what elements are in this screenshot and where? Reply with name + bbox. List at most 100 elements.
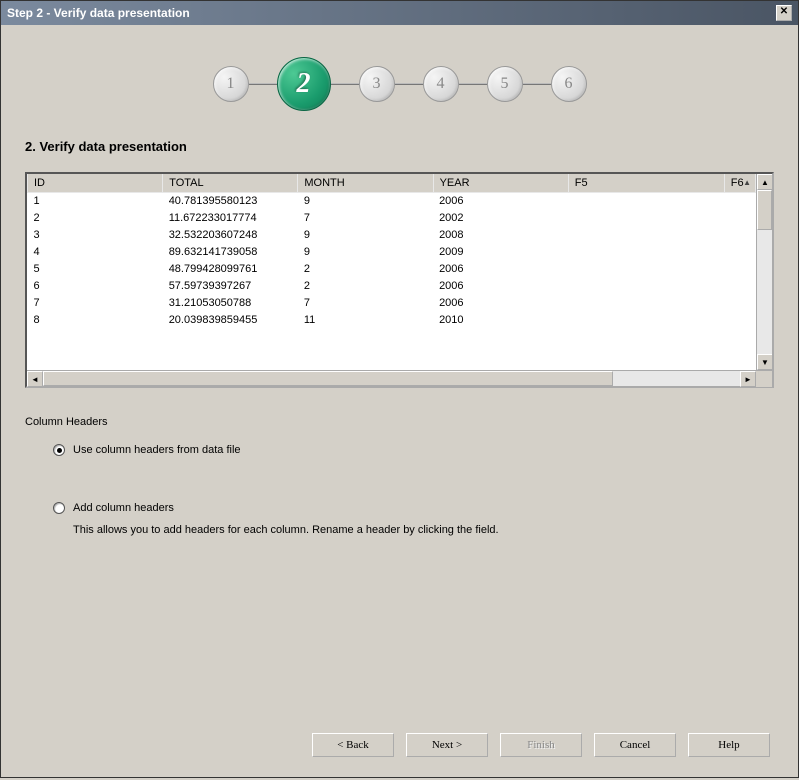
cell-month[interactable]: 11 <box>298 312 433 329</box>
help-button[interactable]: Help <box>688 733 770 757</box>
back-button[interactable]: < Back <box>312 733 394 757</box>
vscroll-thumb[interactable] <box>757 190 772 230</box>
dialog-content: 1 2 3 4 5 6 2. Verify data presentation … <box>1 25 798 546</box>
cell-total[interactable]: 11.672233017774 <box>163 210 298 227</box>
cell-year[interactable]: 2008 <box>433 227 568 244</box>
cell-f6[interactable] <box>724 295 755 312</box>
cell-f6[interactable] <box>724 210 755 227</box>
cell-f5[interactable] <box>568 192 724 210</box>
radio-use-file-row: Use column headers from data file <box>53 444 774 456</box>
table-row[interactable]: 489.63214173905892009 <box>28 244 756 261</box>
table-row[interactable]: 548.79942809976122006 <box>28 261 756 278</box>
table-row[interactable]: 731.2105305078872006 <box>28 295 756 312</box>
scroll-right-icon[interactable]: ► <box>740 371 756 387</box>
radio-use-file[interactable] <box>53 444 65 456</box>
table-row[interactable]: 332.53220360724892008 <box>28 227 756 244</box>
window-title: Step 2 - Verify data presentation <box>7 6 190 20</box>
wizard-step-4[interactable]: 4 <box>423 66 459 102</box>
radio-add-headers-label[interactable]: Add column headers <box>73 502 174 514</box>
cell-f6[interactable] <box>724 244 755 261</box>
hscroll-track[interactable] <box>43 371 740 386</box>
cell-id[interactable]: 3 <box>28 227 163 244</box>
dialog-window: Step 2 - Verify data presentation ✕ 1 2 … <box>0 0 799 778</box>
finish-button: Finish <box>500 733 582 757</box>
cell-id[interactable]: 7 <box>28 295 163 312</box>
cell-f5[interactable] <box>568 295 724 312</box>
cell-month[interactable]: 2 <box>298 261 433 278</box>
table-row[interactable]: 140.78139558012392006 <box>28 192 756 210</box>
scroll-down-icon[interactable]: ▼ <box>757 354 772 370</box>
cell-f5[interactable] <box>568 244 724 261</box>
cell-f5[interactable] <box>568 312 724 329</box>
cell-f6[interactable] <box>724 312 755 329</box>
cell-id[interactable]: 4 <box>28 244 163 261</box>
vertical-scrollbar[interactable]: ▲ ▼ <box>756 174 772 370</box>
cell-f5[interactable] <box>568 210 724 227</box>
cell-month[interactable]: 9 <box>298 227 433 244</box>
wizard-step-5[interactable]: 5 <box>487 66 523 102</box>
cell-total[interactable]: 20.039839859455 <box>163 312 298 329</box>
step-connector <box>249 83 277 85</box>
column-header-id[interactable]: ID <box>28 174 163 192</box>
table-row[interactable]: 211.67223301777472002 <box>28 210 756 227</box>
cell-id[interactable]: 2 <box>28 210 163 227</box>
cell-year[interactable]: 2002 <box>433 210 568 227</box>
column-header-total[interactable]: TOTAL <box>163 174 298 192</box>
cell-year[interactable]: 2006 <box>433 192 568 210</box>
scroll-left-icon[interactable]: ◄ <box>27 371 43 387</box>
page-heading: 2. Verify data presentation <box>25 139 774 154</box>
button-row: < Back Next > Finish Cancel Help <box>312 733 770 757</box>
wizard-step-6[interactable]: 6 <box>551 66 587 102</box>
cell-month[interactable]: 9 <box>298 244 433 261</box>
column-header-f6[interactable]: F6 <box>724 174 755 192</box>
cell-month[interactable]: 9 <box>298 192 433 210</box>
column-header-f5[interactable]: F5 <box>568 174 724 192</box>
wizard-step-1[interactable]: 1 <box>213 66 249 102</box>
cell-year[interactable]: 2010 <box>433 312 568 329</box>
cell-id[interactable]: 1 <box>28 192 163 210</box>
cell-total[interactable]: 57.59739397267 <box>163 278 298 295</box>
cell-year[interactable]: 2009 <box>433 244 568 261</box>
cell-f6[interactable] <box>724 261 755 278</box>
cell-year[interactable]: 2006 <box>433 295 568 312</box>
scroll-up-icon[interactable]: ▲ <box>757 174 772 190</box>
cell-year[interactable]: 2006 <box>433 261 568 278</box>
wizard-steps: 1 2 3 4 5 6 <box>25 57 774 111</box>
cancel-button[interactable]: Cancel <box>594 733 676 757</box>
cell-f6[interactable] <box>724 227 755 244</box>
radio-add-description: This allows you to add headers for each … <box>73 524 774 536</box>
vscroll-track[interactable] <box>757 190 772 354</box>
cell-total[interactable]: 48.799428099761 <box>163 261 298 278</box>
cell-f5[interactable] <box>568 261 724 278</box>
close-button[interactable]: ✕ <box>776 5 792 21</box>
cell-f5[interactable] <box>568 278 724 295</box>
cell-id[interactable]: 8 <box>28 312 163 329</box>
column-header-month[interactable]: MONTH <box>298 174 433 192</box>
column-headers-label: Column Headers <box>25 416 774 428</box>
radio-use-file-label[interactable]: Use column headers from data file <box>73 444 241 456</box>
horizontal-scrollbar[interactable]: ◄ ► <box>27 370 772 386</box>
cell-month[interactable]: 7 <box>298 295 433 312</box>
cell-id[interactable]: 5 <box>28 261 163 278</box>
cell-year[interactable]: 2006 <box>433 278 568 295</box>
cell-month[interactable]: 7 <box>298 210 433 227</box>
cell-f6[interactable] <box>724 278 755 295</box>
table-row[interactable]: 820.039839859455112010 <box>28 312 756 329</box>
column-header-year[interactable]: YEAR <box>433 174 568 192</box>
radio-add-headers[interactable] <box>53 502 65 514</box>
wizard-step-3[interactable]: 3 <box>359 66 395 102</box>
cell-total[interactable]: 32.532203607248 <box>163 227 298 244</box>
wizard-step-2[interactable]: 2 <box>277 57 331 111</box>
next-button[interactable]: Next > <box>406 733 488 757</box>
cell-id[interactable]: 6 <box>28 278 163 295</box>
table-row[interactable]: 657.5973939726722006 <box>28 278 756 295</box>
table-header-row: ID TOTAL MONTH YEAR F5 F6 <box>28 174 756 192</box>
cell-total[interactable]: 89.632141739058 <box>163 244 298 261</box>
cell-month[interactable]: 2 <box>298 278 433 295</box>
hscroll-thumb[interactable] <box>43 371 613 386</box>
cell-total[interactable]: 40.781395580123 <box>163 192 298 210</box>
cell-f5[interactable] <box>568 227 724 244</box>
cell-total[interactable]: 31.21053050788 <box>163 295 298 312</box>
titlebar: Step 2 - Verify data presentation ✕ <box>1 1 798 25</box>
cell-f6[interactable] <box>724 192 755 210</box>
